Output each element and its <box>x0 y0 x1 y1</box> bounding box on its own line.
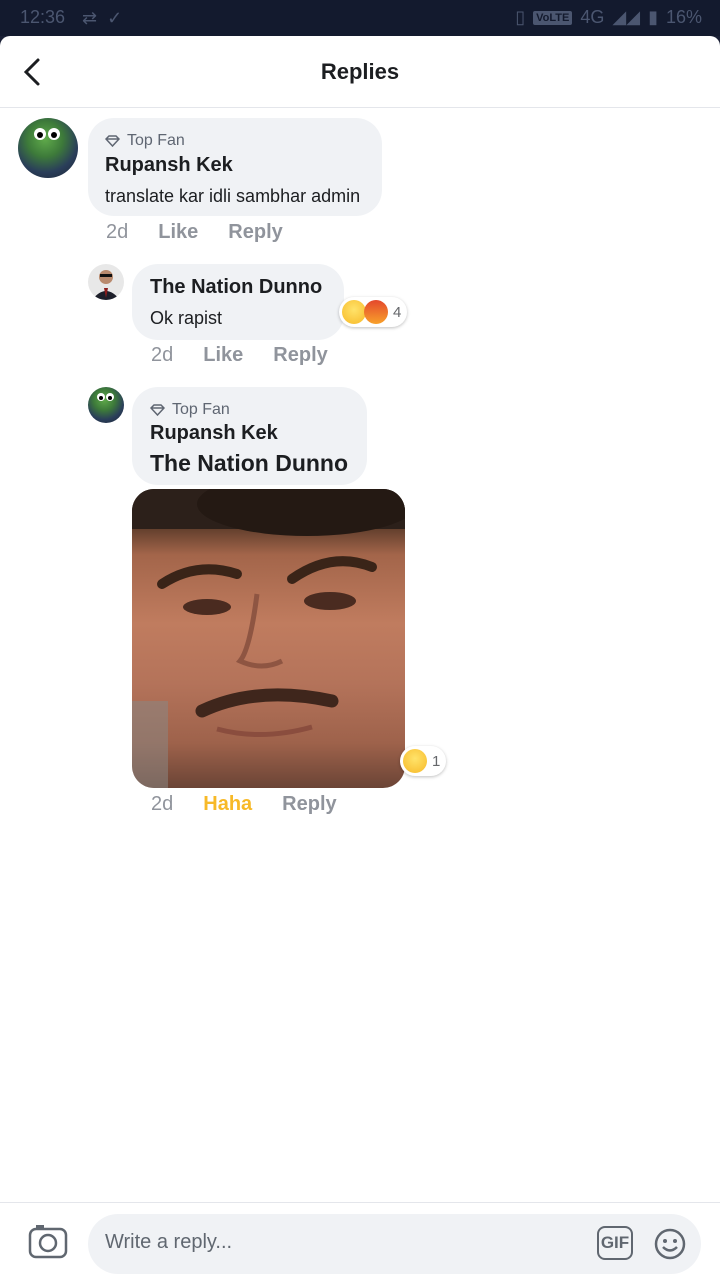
comment-author[interactable]: The Nation Dunno <box>150 276 322 299</box>
haha-icon <box>403 749 427 773</box>
status-time: 12:36 <box>20 7 66 27</box>
like-button[interactable]: Like <box>203 344 243 367</box>
comment-time: 2d <box>106 221 129 243</box>
notification-icon: ✓ <box>107 8 123 28</box>
top-fan-label: Top Fan <box>172 401 230 418</box>
reply-button[interactable]: Reply <box>273 344 327 367</box>
like-button[interactable]: Like <box>158 221 198 244</box>
reaction-count: 4 <box>393 303 402 321</box>
reply-button[interactable]: Reply <box>228 221 282 244</box>
person-avatar-icon <box>92 270 120 300</box>
comment-actions: 2d Haha Reply <box>151 793 337 816</box>
reply-input[interactable] <box>105 1231 585 1254</box>
frog-avatar-icon <box>97 393 114 401</box>
top-fan-label: Top Fan <box>127 132 185 149</box>
comment-actions: 2d Like Reply <box>106 221 283 244</box>
angry-icon <box>364 300 388 324</box>
comment-time: 2d <box>151 344 174 366</box>
notification-icons: ⇄ ✓ <box>82 8 122 29</box>
battery-level: 16% <box>665 7 702 27</box>
reaction-summary[interactable]: 1 <box>400 746 447 776</box>
comment-bubble[interactable]: The Nation Dunno Ok rapist <box>132 264 344 340</box>
status-bar: 12:36 ⇄ ✓ ▯ VoLTE 4G ◢◢ ▮ 16% <box>0 0 720 36</box>
page-title: Replies <box>320 59 400 84</box>
comment-bubble[interactable]: Top Fan Rupansh Kek translate kar idli s… <box>88 118 382 216</box>
sync-icon: ⇄ <box>82 8 98 28</box>
face-photo <box>132 489 405 788</box>
avatar[interactable] <box>88 387 124 423</box>
replies-sheet: Replies Top Fan Rupansh Kek translate ka… <box>0 36 720 1280</box>
top-fan-badge: Top Fan <box>150 401 230 419</box>
comment-photo[interactable] <box>132 489 405 788</box>
reaction-count: 1 <box>432 752 441 770</box>
volte-badge: VoLTE <box>533 10 573 25</box>
comment-text: Ok rapist <box>150 308 223 328</box>
reply-composer: GIF <box>0 1202 720 1280</box>
mention-tag[interactable]: The Nation Dunno <box>150 450 348 477</box>
avatar[interactable] <box>88 264 124 300</box>
vibrate-icon: ▯ <box>515 7 526 27</box>
haha-reaction-button[interactable]: Haha <box>203 793 252 816</box>
emoji-icon[interactable] <box>653 1227 687 1261</box>
gif-button[interactable]: GIF <box>597 1226 633 1260</box>
comment-author[interactable]: Rupansh Kek <box>105 154 233 177</box>
network-label: 4G <box>580 7 605 27</box>
status-right: ▯ VoLTE 4G ◢◢ ▮ 16% <box>515 7 702 28</box>
top-fan-badge: Top Fan <box>105 132 185 150</box>
comment-time: 2d <box>151 793 174 815</box>
comment-actions: 2d Like Reply <box>151 344 328 367</box>
comment-author[interactable]: Rupansh Kek <box>150 422 278 445</box>
comment-text: translate kar idli sambhar admin <box>105 186 361 206</box>
header: Replies <box>0 36 720 108</box>
comment-bubble[interactable]: Top Fan Rupansh Kek The Nation Dunno <box>132 387 367 485</box>
frog-avatar-icon <box>34 128 60 140</box>
diamond-icon <box>150 404 165 416</box>
reply-input-container[interactable]: GIF <box>88 1214 701 1274</box>
reply-button[interactable]: Reply <box>282 793 336 816</box>
diamond-icon <box>105 135 120 147</box>
camera-icon[interactable] <box>28 1223 68 1259</box>
haha-icon <box>342 300 366 324</box>
avatar[interactable] <box>18 118 78 178</box>
signal-icon: ◢◢ <box>612 7 641 27</box>
reaction-summary[interactable]: 4 <box>339 297 408 327</box>
battery-icon: ▮ <box>648 7 658 27</box>
